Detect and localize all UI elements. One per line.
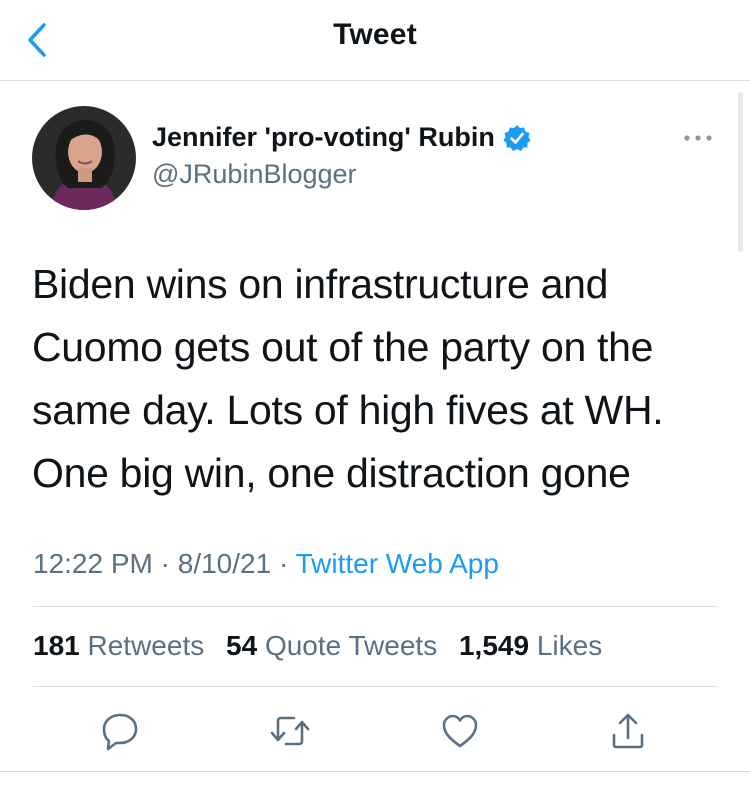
like-button[interactable]	[437, 708, 483, 754]
likes-stat[interactable]: 1,549 Likes	[459, 630, 602, 661]
retweets-count: 181	[33, 630, 80, 661]
tweet-time: 12:22 PM	[33, 548, 153, 579]
reply-button[interactable]	[97, 708, 143, 754]
quote-tweets-stat[interactable]: 54 Quote Tweets	[226, 630, 445, 661]
divider	[33, 686, 717, 687]
divider	[0, 771, 750, 772]
like-icon	[442, 714, 478, 748]
meta-separator: ·	[160, 548, 170, 579]
retweet-icon	[270, 716, 310, 746]
author-handle[interactable]: @JRubinBlogger	[152, 159, 357, 190]
avatar[interactable]	[32, 106, 136, 210]
share-icon	[612, 713, 644, 749]
tweet-metadata: 12:22 PM · 8/10/21 · Twitter Web App	[33, 548, 499, 580]
nav-bar: Tweet	[0, 0, 750, 81]
quote-tweets-count: 54	[226, 630, 258, 661]
tweet-text: Biden wins on infrastructure and Cuomo g…	[32, 261, 664, 496]
likes-label: Likes	[536, 630, 603, 661]
scrollbar[interactable]	[738, 92, 743, 252]
tweet-source-link[interactable]: Twitter Web App	[296, 548, 499, 579]
retweet-button[interactable]	[267, 708, 313, 754]
divider	[33, 606, 717, 607]
meta-separator: ·	[278, 548, 289, 579]
retweets-stat[interactable]: 181 Retweets	[33, 630, 212, 661]
author-name[interactable]: Jennifer 'pro-voting' Rubin	[152, 122, 531, 153]
quote-tweets-label: Quote Tweets	[264, 630, 438, 661]
author-name-label: Jennifer 'pro-voting' Rubin	[152, 122, 495, 152]
tweet-date: 8/10/21	[177, 548, 272, 579]
share-button[interactable]	[605, 708, 651, 754]
more-dots-icon	[684, 135, 712, 141]
page-title: Tweet	[333, 18, 417, 51]
retweets-label: Retweets	[87, 630, 205, 661]
more-options-button[interactable]	[680, 127, 716, 149]
verified-badge-icon	[503, 124, 531, 151]
engagement-stats: 181 Retweets 54 Quote Tweets 1,549 Likes	[33, 630, 616, 662]
reply-icon	[102, 713, 138, 751]
likes-count: 1,549	[458, 630, 530, 661]
